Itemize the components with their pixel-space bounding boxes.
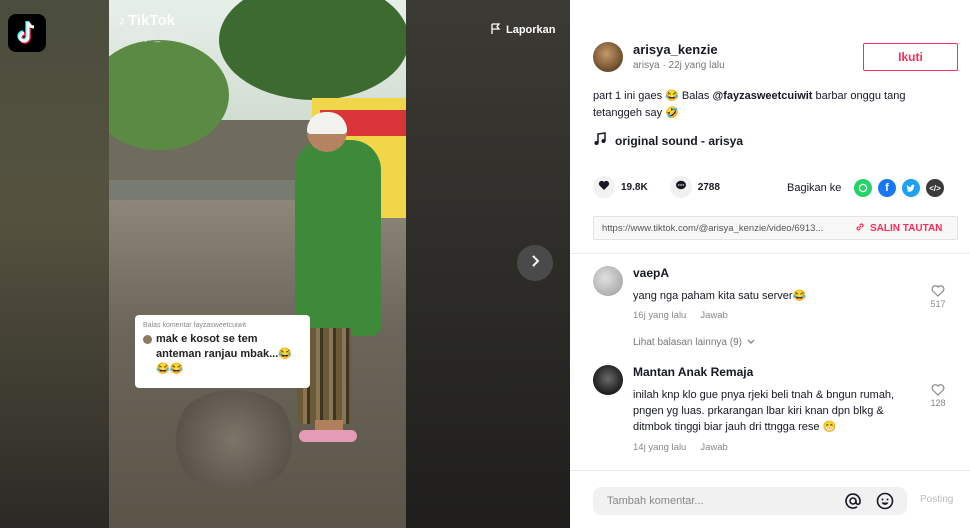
scene-person-sandal <box>299 430 357 442</box>
post-comment-button[interactable]: Posting <box>920 494 953 505</box>
comment-composer: Tambah komentar... Posting <box>570 470 970 528</box>
comment-text: yang nga paham kita satu server😂 <box>633 290 807 302</box>
comment-like-button[interactable]: 517 <box>926 284 950 309</box>
reply-card-line: mak e kosot se tem <box>156 333 258 345</box>
reply-card-line: anteman ranjau mbak...😂 <box>156 348 292 360</box>
engagement-stats: 19.8K 2788 <box>593 176 720 198</box>
flag-icon <box>490 23 501 37</box>
caption-prefix: part 1 ini gaes 😂 Balas <box>593 90 713 102</box>
author-avatar[interactable] <box>593 42 623 72</box>
reply-card-avatar <box>143 335 152 344</box>
music-note-icon <box>593 132 607 149</box>
like-count: 19.8K <box>621 181 648 193</box>
comment-bubble-icon <box>675 178 687 196</box>
author-username[interactable]: arisya_kenzie <box>633 42 718 57</box>
next-video-button[interactable] <box>517 245 553 281</box>
watermark-brand: TikTok <box>128 11 175 29</box>
reply-card-line: 😂😂 <box>156 363 184 375</box>
blurred-background-left <box>0 0 110 528</box>
tiktok-logo-icon[interactable] <box>8 14 46 52</box>
report-button[interactable]: Laporkan <box>490 23 556 37</box>
tiktok-video-page: ♪ TikTok @arisya_kenzie Laporkan Balas k… <box>0 0 970 528</box>
comment-item: Mantan Anak Remaja inilah knp klo gue pn… <box>593 365 963 460</box>
heart-icon <box>598 178 610 196</box>
whatsapp-icon[interactable] <box>854 179 872 197</box>
comment-time: 14j yang lalu <box>633 442 687 453</box>
heart-outline-icon <box>926 383 950 398</box>
commenter-avatar[interactable] <box>593 365 623 395</box>
share-link-box: https://www.tiktok.com/@arisya_kenzie/vi… <box>593 216 958 240</box>
facebook-icon[interactable]: f <box>878 179 896 197</box>
chevron-down-icon <box>747 337 755 348</box>
sound-label: original sound - arisya <box>615 133 744 148</box>
view-more-replies[interactable]: Lihat balasan lainnya (9) <box>633 337 755 348</box>
mention-icon[interactable] <box>844 492 862 510</box>
share-url[interactable]: https://www.tiktok.com/@arisya_kenzie/vi… <box>594 223 849 234</box>
caption-mention[interactable]: @fayzasweetcuiwit <box>712 90 812 102</box>
comment-meta: 14j yang lalu Jawab <box>633 442 728 453</box>
scene-rubble <box>169 390 299 490</box>
comment-text: inilah knp klo gue pnya rjeki beli tnah … <box>633 389 895 433</box>
comment-count: 2788 <box>697 181 720 193</box>
emoji-icon[interactable] <box>876 492 894 510</box>
reply-button[interactable]: Jawab <box>700 310 727 321</box>
comment-like-count: 517 <box>930 299 946 309</box>
scene-person <box>295 140 381 336</box>
sound-link[interactable]: original sound - arisya <box>593 132 743 149</box>
embed-icon[interactable]: </> <box>926 179 944 197</box>
video-player-area[interactable]: ♪ TikTok @arisya_kenzie Laporkan Balas k… <box>0 0 570 528</box>
comment-button[interactable] <box>669 176 692 198</box>
video-caption: part 1 ini gaes 😂 Balas @fayzasweetcuiwi… <box>593 88 943 122</box>
facebook-glyph: f <box>885 182 889 194</box>
twitter-icon[interactable] <box>902 179 920 197</box>
comment-like-button[interactable]: 128 <box>926 383 950 408</box>
reply-comment-sticker: Balas komentar fayzasweetcuiwit mak e ko… <box>135 315 310 388</box>
chevron-right-icon <box>528 254 542 273</box>
report-label: Laporkan <box>506 24 556 36</box>
commenter-name[interactable]: vaepA <box>633 266 669 280</box>
copy-link-button[interactable]: SALIN TAUTAN <box>849 222 942 235</box>
reply-button[interactable]: Jawab <box>700 442 727 453</box>
share-label: Bagikan ke <box>787 182 842 194</box>
watermark-handle: @arisya_kenzie <box>118 32 190 43</box>
embed-glyph: </> <box>929 183 941 193</box>
video-frame[interactable] <box>109 0 406 528</box>
commenter-avatar[interactable] <box>593 266 623 296</box>
details-panel: arisya_kenzie arisya · 22j yang lalu Iku… <box>570 0 970 528</box>
copy-link-label: SALIN TAUTAN <box>870 222 943 234</box>
reply-card-header: Balas komentar fayzasweetcuiwit <box>143 322 247 329</box>
heart-outline-icon <box>926 284 950 299</box>
comment-like-count: 128 <box>930 398 946 408</box>
video-watermark: ♪ TikTok <box>118 10 175 30</box>
follow-button[interactable]: Ikuti <box>863 43 958 71</box>
comment-time: 16j yang lalu <box>633 310 687 321</box>
comment-item: vaepA yang nga paham kita satu server😂 1… <box>593 266 963 346</box>
reply-card-lines: mak e kosot se tem anteman ranjau mbak..… <box>156 332 292 377</box>
section-divider <box>570 253 970 254</box>
like-button[interactable] <box>593 176 615 198</box>
author-meta: arisya · 22j yang lalu <box>633 60 725 71</box>
link-icon <box>855 222 865 235</box>
reply-card-body: mak e kosot se tem anteman ranjau mbak..… <box>143 332 302 377</box>
more-replies-label: Lihat balasan lainnya (9) <box>633 337 742 348</box>
tiktok-watermark-icon: ♪ <box>118 12 125 28</box>
commenter-name[interactable]: Mantan Anak Remaja <box>633 365 753 379</box>
comment-meta: 16j yang lalu Jawab <box>633 310 728 321</box>
